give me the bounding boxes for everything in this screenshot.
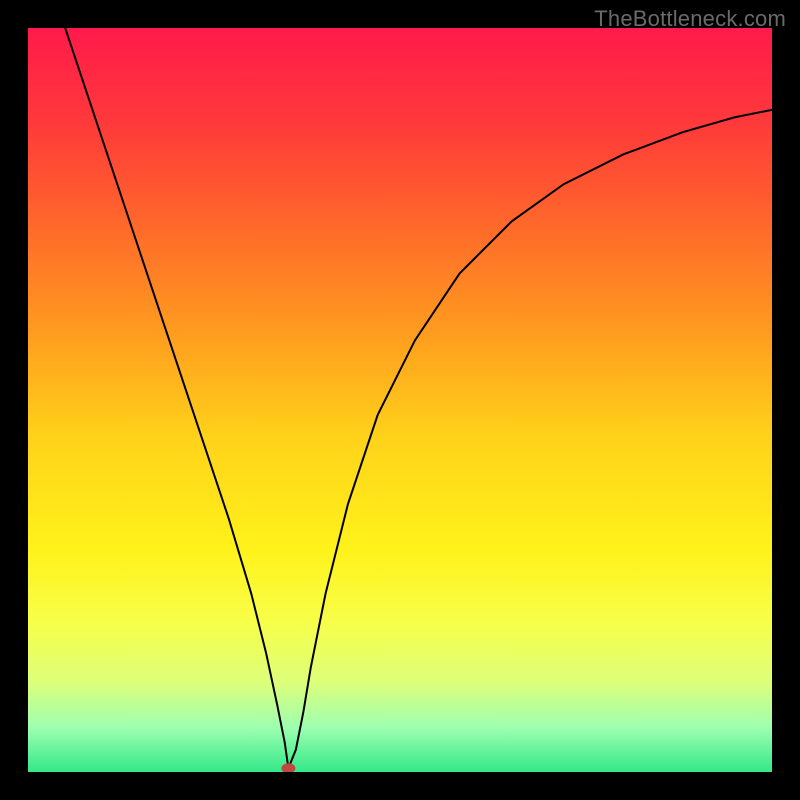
chart-frame [28, 28, 772, 772]
chart-container: TheBottleneck.com [0, 0, 800, 800]
chart-svg [28, 28, 772, 772]
watermark-text: TheBottleneck.com [594, 6, 786, 32]
